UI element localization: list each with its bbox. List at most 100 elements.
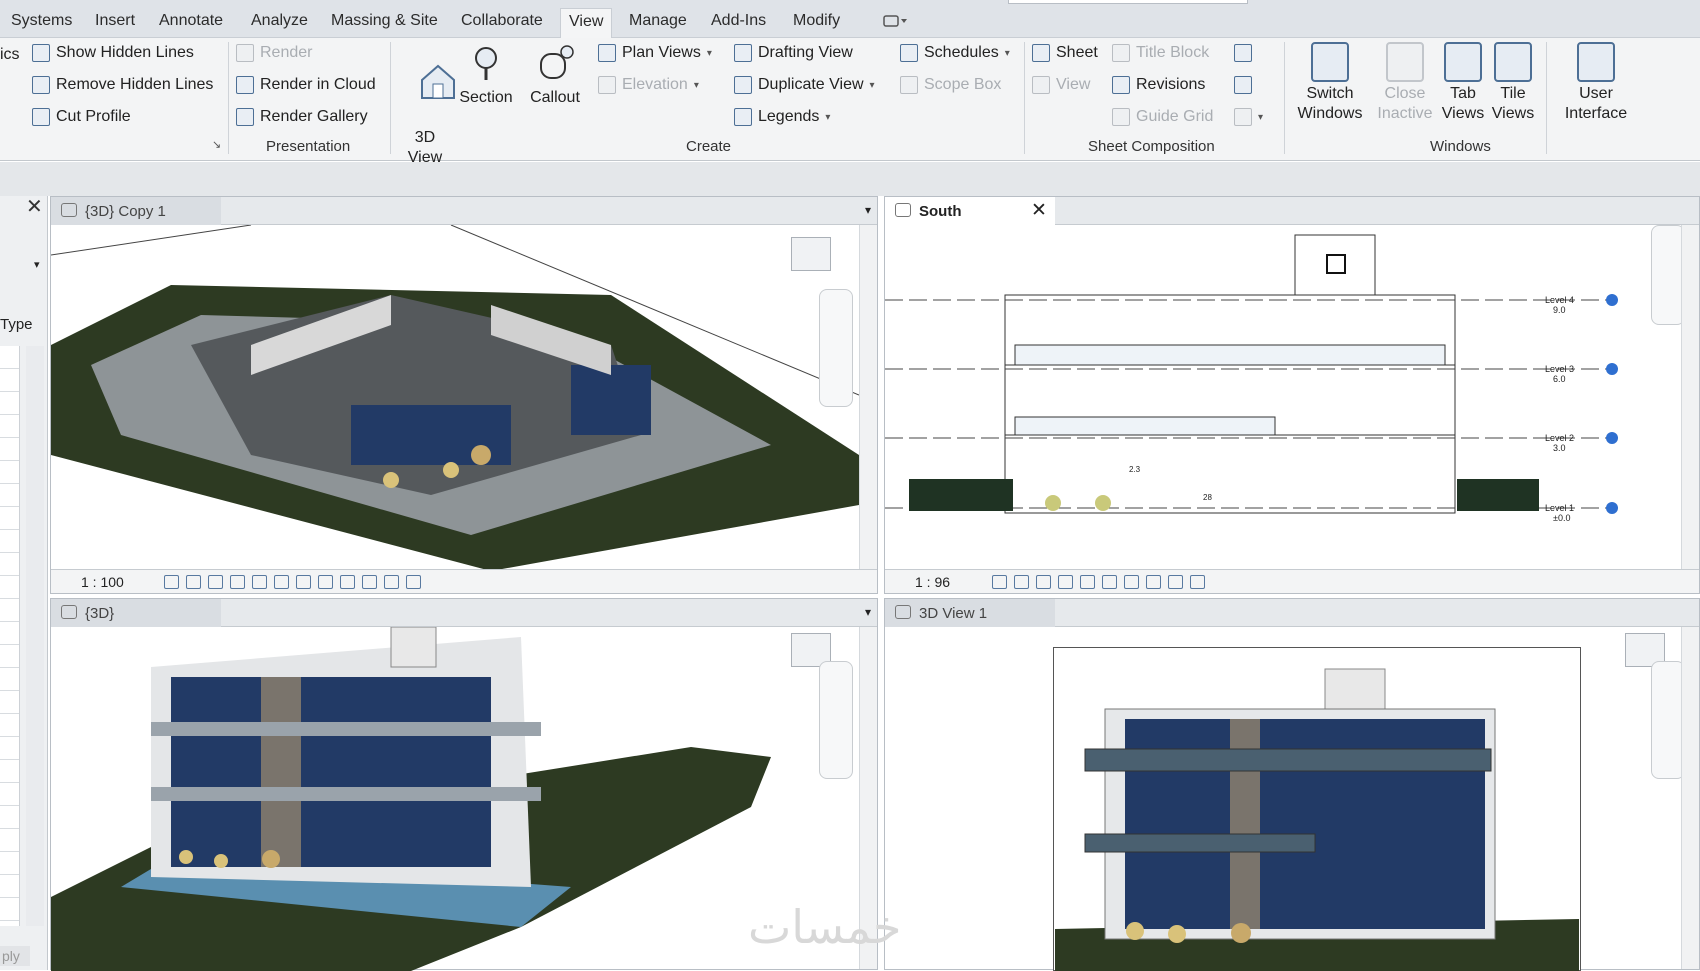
view-reference-button[interactable] <box>1234 76 1252 94</box>
elevation-button[interactable]: Elevation ▾ <box>598 76 699 94</box>
temporary-hide-icon[interactable] <box>1124 574 1139 589</box>
tab-systems[interactable]: Systems <box>8 12 75 30</box>
render-gallery-button[interactable]: Render Gallery <box>236 108 368 126</box>
duplicate-view-button[interactable]: Duplicate View ▾ <box>734 76 875 94</box>
schedules-button[interactable]: Schedules ▾ <box>900 44 1010 62</box>
callout-icon <box>540 45 574 79</box>
tab-insert[interactable]: Insert <box>92 12 138 30</box>
crop-view-icon[interactable] <box>1080 574 1095 589</box>
viewport-3d-copy-1[interactable]: {3D} Copy 1 ▾ 1 : 100 <box>50 196 878 594</box>
shadows-icon[interactable] <box>1058 574 1073 589</box>
remove-hidden-lines-button[interactable]: Remove Hidden Lines <box>32 76 213 94</box>
plan-views-button[interactable]: Plan Views ▾ <box>598 44 712 62</box>
vertical-scrollbar[interactable] <box>1681 627 1699 969</box>
view-scale[interactable]: 1 : 100 <box>81 574 157 590</box>
close-icon[interactable]: ✕ <box>26 194 43 219</box>
viewport-menu-icon[interactable]: ▾ <box>865 203 871 217</box>
switch-windows-button[interactable]: Switch Windows <box>1294 42 1366 124</box>
crop-region-icon[interactable] <box>1102 574 1117 589</box>
close-inactive-button[interactable]: Close Inactive <box>1372 42 1438 124</box>
tab-annotate[interactable]: Annotate <box>156 12 226 30</box>
sun-path-icon[interactable] <box>1036 574 1051 589</box>
apply-button[interactable]: ply <box>0 946 30 966</box>
navigation-bar[interactable] <box>1651 661 1685 779</box>
tab-view[interactable]: View <box>560 8 613 39</box>
dropdown-caret-icon: ▾ <box>825 111 831 123</box>
duplicate-view-icon <box>734 76 752 94</box>
cloud-render-icon <box>236 76 254 94</box>
view-scale[interactable]: 1 : 96 <box>915 574 985 590</box>
matchline-button[interactable] <box>1234 44 1252 62</box>
tile-views-button[interactable]: Tile Views <box>1490 42 1536 124</box>
section-button[interactable]: Section <box>458 42 514 108</box>
crop-region-icon[interactable] <box>296 574 311 589</box>
rendering-icon[interactable] <box>252 574 267 589</box>
section-icon <box>475 47 497 80</box>
chevron-down-icon[interactable]: ▾ <box>34 258 40 271</box>
detail-level-icon[interactable] <box>992 574 1007 589</box>
worksharing-icon[interactable] <box>384 574 399 589</box>
reveal-hidden-icon[interactable] <box>362 574 377 589</box>
navigation-bar[interactable] <box>819 661 853 779</box>
level-elevation: 3.0 <box>1553 443 1566 453</box>
tab-analyze[interactable]: Analyze <box>248 12 311 30</box>
ribbon-tab-bar: Systems Insert Annotate Analyze Massing … <box>0 0 1700 39</box>
viewport-tab[interactable]: 3D View 1 <box>885 599 1055 627</box>
sun-path-icon[interactable] <box>208 574 223 589</box>
panel-launcher-icon[interactable]: ↘ <box>212 138 221 151</box>
drafting-view-button[interactable]: Drafting View <box>734 44 853 62</box>
revisions-button[interactable]: Revisions <box>1112 76 1205 94</box>
tab-modify[interactable]: Modify <box>790 12 843 30</box>
viewport-menu-icon[interactable]: ▾ <box>865 605 871 619</box>
worksharing-icon[interactable] <box>1168 574 1183 589</box>
close-tab-icon[interactable]: ✕ <box>1031 199 1047 222</box>
shadows-icon[interactable] <box>230 574 245 589</box>
tab-views-button[interactable]: Tab Views <box>1440 42 1486 124</box>
sheet-button[interactable]: Sheet <box>1032 44 1098 62</box>
search-box[interactable] <box>1008 0 1248 4</box>
tab-add-ins[interactable]: Add-Ins <box>708 12 769 30</box>
crop-view-icon[interactable] <box>274 574 289 589</box>
detail-level-icon[interactable] <box>164 574 179 589</box>
analytical-model-icon[interactable] <box>1190 574 1205 589</box>
navigation-bar[interactable] <box>1651 225 1685 325</box>
cut-profile-button[interactable]: Cut Profile <box>32 108 131 126</box>
tile-views-icon <box>1494 42 1532 82</box>
viewport-tab[interactable]: {3D} <box>51 599 221 627</box>
viewport-tab[interactable]: {3D} Copy 1 <box>51 197 221 225</box>
visual-style-icon[interactable] <box>1014 574 1029 589</box>
vertical-scrollbar[interactable] <box>1681 225 1699 569</box>
ribbon-separator <box>228 42 229 154</box>
tab-manage[interactable]: Manage <box>626 12 690 30</box>
guide-grid-button[interactable]: Guide Grid <box>1112 108 1213 126</box>
viewport-tab-active[interactable]: South <box>885 197 1055 225</box>
user-interface-button[interactable]: User Interface <box>1556 42 1636 124</box>
context-dropdown-icon[interactable] <box>880 14 910 33</box>
lock-3d-icon[interactable] <box>318 574 333 589</box>
title-block-icon <box>1112 44 1130 62</box>
callout-button[interactable]: Callout <box>526 42 584 108</box>
viewports-button[interactable]: ▾ <box>1234 108 1263 126</box>
legends-button[interactable]: Legends ▾ <box>734 108 830 126</box>
3d-house-drawing <box>51 627 771 971</box>
temporary-hide-icon[interactable] <box>340 574 355 589</box>
tab-massing-site[interactable]: Massing & Site <box>328 12 441 30</box>
title-block-button[interactable]: Title Block <box>1112 44 1209 62</box>
tab-collaborate[interactable]: Collaborate <box>458 12 546 30</box>
legends-icon <box>734 108 752 126</box>
navigation-bar[interactable] <box>819 289 853 407</box>
reveal-hidden-icon[interactable] <box>1146 574 1161 589</box>
visual-style-icon[interactable] <box>186 574 201 589</box>
view-cube-icon[interactable] <box>791 237 831 271</box>
analytical-model-icon[interactable] <box>406 574 421 589</box>
show-hidden-lines-button[interactable]: Show Hidden Lines <box>32 44 194 62</box>
place-view-button[interactable]: View <box>1032 76 1090 94</box>
scope-box-button[interactable]: Scope Box <box>900 76 1001 94</box>
viewport-south[interactable]: South ✕ Level 4 9.0 Level 3 6.0 Level 2 … <box>884 196 1700 594</box>
viewport-3d-view-1[interactable]: 3D View 1 <box>884 598 1700 971</box>
vertical-scrollbar[interactable] <box>859 225 877 569</box>
render-in-cloud-button[interactable]: Render in Cloud <box>236 76 376 94</box>
dropdown-caret-icon: ▾ <box>1258 111 1264 123</box>
render-button[interactable]: Render <box>236 44 312 62</box>
properties-scrollbar[interactable] <box>26 346 44 926</box>
